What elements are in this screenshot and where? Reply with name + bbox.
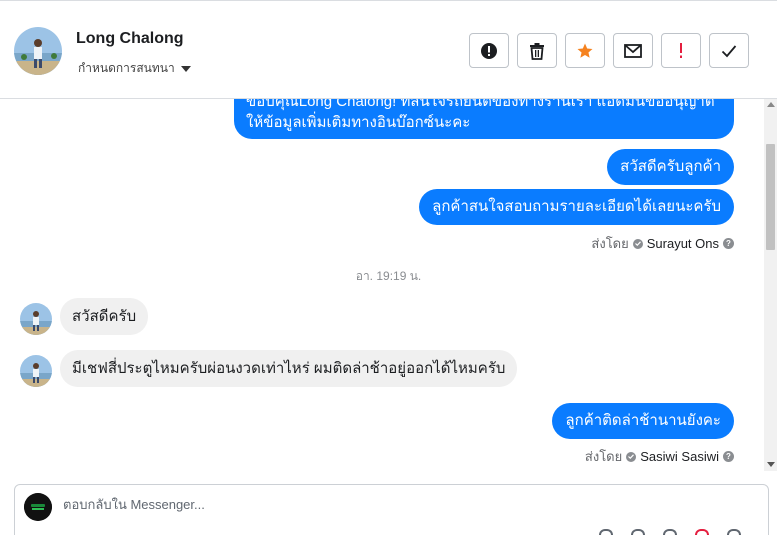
- exclamation-circle-icon: [481, 42, 497, 59]
- sender-name[interactable]: Surayut Ons: [647, 236, 719, 251]
- conversation-schedule-dropdown[interactable]: กำหนดการสนทนา: [78, 59, 191, 78]
- scroll-down-arrow-icon[interactable]: [767, 462, 775, 467]
- saved-reply-icon[interactable]: [695, 529, 709, 535]
- delete-button[interactable]: [517, 33, 557, 68]
- conversation-header: Long Chalong กำหนดการสนทนา: [0, 4, 777, 99]
- page-avatar: [24, 493, 52, 521]
- sent-by-label: ส่งโดย: [591, 236, 629, 251]
- contact-avatar[interactable]: [14, 27, 62, 75]
- checkmark-icon: [721, 44, 737, 57]
- message-outgoing: ขอบคุณLong Chalong! ที่สนใจรถยนต์ของทางร…: [234, 99, 734, 139]
- message-incoming: มีเชฟสี่ประตูไหมครับผ่อนงวดเท่าไหร่ ผมติ…: [60, 350, 518, 387]
- mark-important-button[interactable]: [661, 33, 701, 68]
- sent-by-info: ส่งโดย Sasiwi Sasiwi ?: [585, 446, 734, 467]
- mark-done-button[interactable]: [709, 33, 749, 68]
- message-outgoing: สวัสดีครับลูกค้า: [607, 149, 734, 185]
- scrollbar-thumb[interactable]: [766, 144, 775, 250]
- sent-by-label: ส่งโดย: [584, 449, 623, 464]
- sender-name[interactable]: Sasiwi Sasiwi: [640, 449, 719, 464]
- star-button[interactable]: [565, 33, 605, 68]
- message-outgoing: ลูกค้าติดล่าช้านานยังคะ: [552, 403, 734, 439]
- conversation-schedule-label: กำหนดการสนทนา: [78, 61, 175, 75]
- report-spam-button[interactable]: [469, 33, 509, 68]
- contact-avatar-small[interactable]: [20, 303, 52, 335]
- header-actions: [469, 33, 749, 68]
- image-icon[interactable]: [631, 529, 645, 535]
- contact-name: Long Chalong: [76, 30, 184, 47]
- trash-icon: [530, 42, 544, 60]
- help-icon[interactable]: ?: [723, 238, 734, 249]
- thread-scrollbar[interactable]: [764, 99, 777, 471]
- attachment-icon[interactable]: [599, 529, 613, 535]
- sent-by-info: ส่งโดย Surayut Ons ?: [591, 233, 734, 254]
- message-outgoing: ลูกค้าสนใจสอบถามรายละเอียดได้เลยนะครับ: [419, 189, 734, 225]
- envelope-icon: [624, 43, 642, 58]
- exclamation-icon: [680, 42, 682, 58]
- emoji-icon[interactable]: [663, 529, 677, 535]
- reply-input[interactable]: [63, 497, 663, 512]
- reply-composer: [14, 484, 769, 535]
- composer-toolbar: [599, 529, 741, 535]
- star-icon: [577, 43, 593, 58]
- message-timestamp: อา. 19:19 น.: [355, 269, 422, 283]
- mark-unread-button[interactable]: [613, 33, 653, 68]
- message-incoming: สวัสดีครับ: [60, 298, 149, 335]
- scroll-up-arrow-icon[interactable]: [767, 102, 775, 107]
- verified-check-icon: [632, 238, 643, 249]
- caret-down-icon: [180, 65, 191, 72]
- verified-check-icon: [626, 451, 637, 462]
- more-options-icon[interactable]: [727, 529, 741, 535]
- message-thread[interactable]: ขอบคุณLong Chalong! ที่สนใจรถยนต์ของทางร…: [0, 99, 764, 471]
- help-icon[interactable]: ?: [723, 451, 734, 462]
- contact-avatar-small[interactable]: [20, 355, 52, 387]
